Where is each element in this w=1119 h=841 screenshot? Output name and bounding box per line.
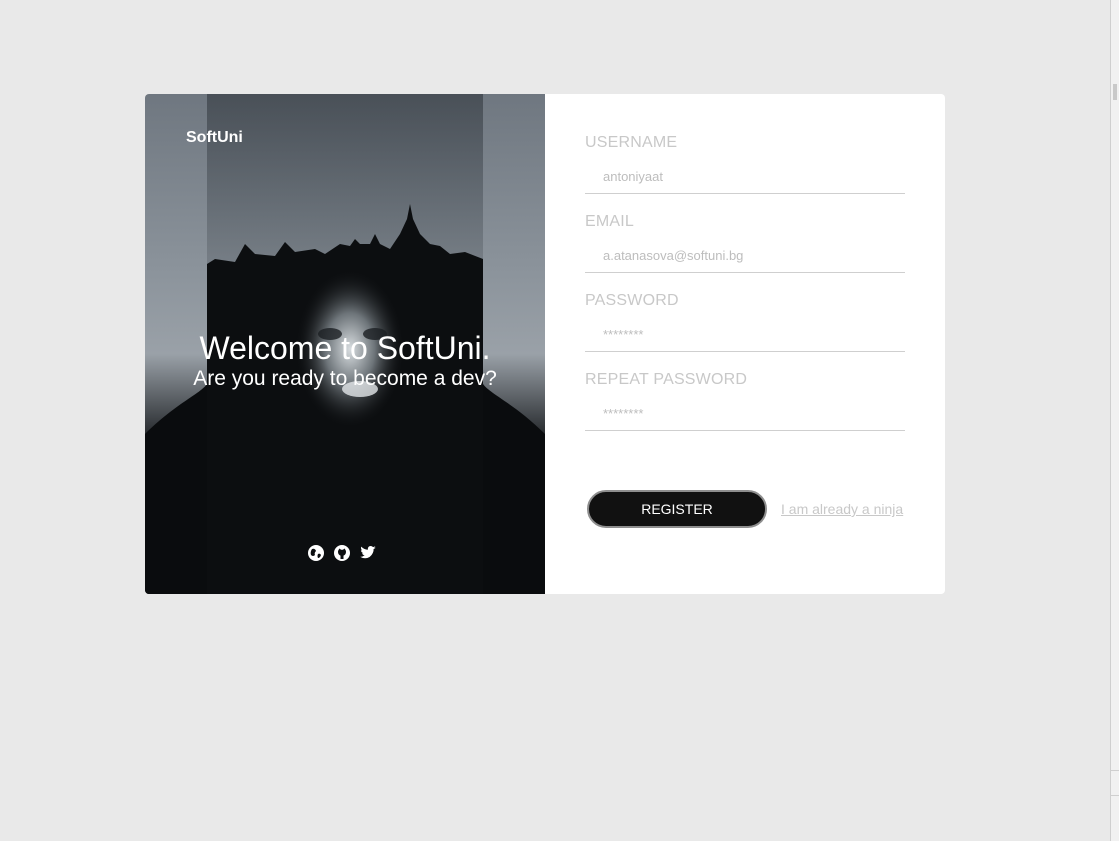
- welcome-block: Welcome to SoftUni. Are you ready to bec…: [145, 330, 545, 392]
- username-label: USERNAME: [585, 134, 678, 151]
- welcome-heading: Welcome to SoftUni.: [199, 330, 491, 366]
- password-group: PASSWORD: [585, 292, 905, 352]
- password-input[interactable]: [585, 326, 905, 352]
- scrollbar[interactable]: [1110, 0, 1119, 841]
- repeat-password-group: REPEAT PASSWORD: [585, 371, 905, 431]
- social-links: [307, 544, 377, 562]
- twitter-icon[interactable]: [359, 544, 377, 562]
- register-button[interactable]: REGISTER: [587, 490, 767, 528]
- hero-panel: SoftUni Welcome to SoftUni. Are you read…: [145, 94, 545, 594]
- github-icon[interactable]: [333, 544, 351, 562]
- username-group: USERNAME: [585, 134, 905, 194]
- email-group: EMAIL: [585, 213, 905, 273]
- welcome-tagline: Are you ready to become a dev?: [193, 367, 497, 390]
- email-label: EMAIL: [585, 213, 635, 230]
- repeat-password-label: REPEAT PASSWORD: [585, 371, 748, 388]
- register-card: SoftUni Welcome to SoftUni. Are you read…: [145, 94, 945, 594]
- scrollbar-track-mark: [1111, 770, 1119, 796]
- repeat-password-input[interactable]: [585, 405, 905, 431]
- username-input[interactable]: [585, 168, 905, 194]
- brand-logo-text: SoftUni: [186, 129, 243, 146]
- password-label: PASSWORD: [585, 292, 679, 309]
- email-input[interactable]: [585, 247, 905, 273]
- login-link[interactable]: I am already a ninja: [781, 501, 903, 517]
- scrollbar-thumb[interactable]: [1113, 84, 1117, 100]
- globe-icon[interactable]: [307, 544, 325, 562]
- register-form: USERNAME EMAIL PASSWORD REPEAT PASSWORD …: [545, 94, 945, 594]
